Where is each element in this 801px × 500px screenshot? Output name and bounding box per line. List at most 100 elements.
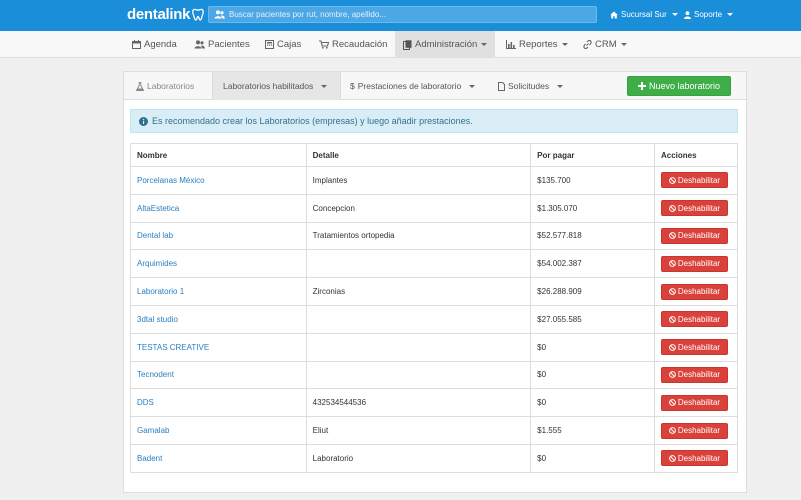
laboratory-amount-due: $26.288.909	[530, 277, 655, 306]
nav-label: Administración	[415, 39, 478, 50]
disable-label: Deshabilitar	[677, 259, 721, 269]
nav-crm[interactable]: CRM	[583, 31, 628, 58]
nav-label: Recaudación	[332, 39, 388, 50]
disable-button[interactable]: Deshabilitar	[660, 255, 728, 272]
panel-tabs: Laboratorios Laboratorios habilitados $ …	[124, 72, 746, 100]
laboratory-detail	[305, 304, 532, 334]
table-row: Laboratorio 1 Zirconias $26.288.909 Desh…	[130, 277, 739, 306]
branch-label: Sucursal Sur	[621, 10, 667, 19]
ban-icon	[668, 315, 676, 323]
ban-icon	[668, 454, 676, 462]
tab-prestaciones[interactable]: $ Prestaciones de laboratorio	[350, 72, 476, 100]
table-row: Gamalab Eliut $1.555 Deshabilitar	[130, 416, 739, 445]
actions-cell: Deshabilitar	[653, 249, 739, 279]
ban-icon	[668, 260, 676, 268]
clipboard-icon	[403, 39, 412, 50]
laboratory-name-link[interactable]: Badent	[130, 443, 307, 473]
new-laboratory-button[interactable]: Nuevo laboratorio	[627, 76, 731, 96]
table-row: Tecnodent $0 Deshabilitar	[130, 360, 739, 390]
caret-down-icon	[561, 43, 568, 46]
link-icon	[583, 40, 592, 49]
disable-button[interactable]: Deshabilitar	[660, 200, 728, 217]
actions-cell: Deshabilitar	[653, 193, 739, 223]
laboratory-name-link[interactable]: Arquimides	[130, 249, 307, 279]
plus-icon	[637, 82, 646, 90]
laboratory-amount-due: $1.555	[530, 416, 655, 445]
laboratory-amount-due: $27.055.585	[530, 304, 655, 334]
laboratory-detail: Zirconias	[305, 277, 532, 306]
disable-label: Deshabilitar	[677, 370, 721, 380]
laboratory-detail	[305, 332, 532, 362]
tab-solicitudes[interactable]: Solicitudes	[498, 72, 564, 100]
laboratory-name-link[interactable]: DDS	[130, 388, 307, 418]
actions-cell: Deshabilitar	[653, 221, 739, 251]
laboratory-amount-due: $0	[530, 388, 655, 418]
nav-cajas[interactable]: Cajas	[265, 31, 305, 58]
caret-down-icon	[727, 13, 734, 16]
laboratory-detail: Implantes	[305, 166, 532, 195]
tab-laboratorios-habilitados[interactable]: Laboratorios habilitados	[212, 72, 341, 100]
branch-dropdown[interactable]: Sucursal Sur	[610, 10, 678, 19]
nav-label: CRM	[595, 39, 617, 50]
laboratory-name-link[interactable]: Laboratorio 1	[130, 277, 307, 306]
laboratory-amount-due: $0	[530, 443, 655, 473]
disable-button[interactable]: Deshabilitar	[660, 311, 728, 328]
disable-label: Deshabilitar	[677, 398, 721, 408]
patient-search[interactable]	[208, 6, 597, 23]
laboratory-name-link[interactable]: Dental lab	[130, 221, 307, 251]
ban-icon	[668, 399, 676, 407]
disable-label: Deshabilitar	[677, 453, 721, 463]
home-icon	[610, 11, 618, 18]
laboratory-name-link[interactable]: Gamalab	[130, 416, 307, 445]
nav-reportes[interactable]: Reportes	[506, 31, 568, 58]
laboratory-amount-due: $1.305.070	[530, 193, 655, 223]
laboratory-name-link[interactable]: 3dtal studio	[130, 304, 307, 334]
disable-button[interactable]: Deshabilitar	[660, 366, 728, 383]
ban-icon	[668, 371, 676, 379]
top-header: dentalink Sucursal Sur Soporte	[0, 0, 801, 31]
laboratory-name-link[interactable]: Tecnodent	[130, 360, 307, 390]
flask-icon	[136, 81, 144, 91]
ban-icon	[668, 427, 676, 434]
nav-label: Cajas	[277, 39, 302, 50]
ban-icon	[668, 204, 676, 212]
tab-laboratorios[interactable]: Laboratorios	[136, 72, 194, 100]
disable-button[interactable]: Deshabilitar	[660, 450, 728, 467]
search-input[interactable]	[229, 10, 589, 19]
user-icon	[684, 10, 691, 19]
main-nav: Agenda Pacientes Cajas Recaudación Admin…	[0, 31, 801, 58]
ban-icon	[668, 232, 676, 240]
laboratory-amount-due: $0	[530, 360, 655, 390]
disable-button[interactable]: Deshabilitar	[660, 172, 728, 189]
users-icon	[214, 9, 225, 20]
table-row: Badent Laboratorio $0 Deshabilitar	[130, 443, 739, 473]
laboratory-name-link[interactable]: TESTAS CREATIVE	[130, 332, 307, 362]
support-dropdown[interactable]: Soporte	[684, 10, 734, 19]
column-header-acciones: Acciones	[653, 143, 739, 167]
laboratory-amount-due: $135.700	[530, 166, 655, 195]
nav-administracion[interactable]: Administración	[395, 31, 495, 58]
laboratory-name-link[interactable]: AltaEstetica	[130, 193, 307, 223]
nav-recaudacion[interactable]: Recaudación	[319, 31, 389, 58]
nav-pacientes[interactable]: Pacientes	[194, 31, 254, 58]
disable-button[interactable]: Deshabilitar	[660, 283, 728, 300]
disable-button[interactable]: Deshabilitar	[660, 339, 728, 356]
nav-agenda[interactable]: Agenda	[132, 31, 182, 58]
caret-down-icon	[557, 84, 564, 88]
laboratory-name-link[interactable]: Porcelanas México	[130, 166, 307, 195]
bar-chart-icon	[506, 40, 516, 49]
column-header-por-pagar: Por pagar	[530, 143, 655, 167]
users-icon	[194, 40, 205, 49]
disable-label: Deshabilitar	[677, 203, 721, 213]
disable-button[interactable]: Deshabilitar	[660, 227, 728, 244]
table-row: Arquimides $54.002.387 Deshabilitar	[130, 249, 739, 279]
ban-icon	[668, 343, 676, 351]
logo[interactable]: dentalink	[127, 6, 204, 23]
laboratory-detail: Tratamientos ortopedia	[305, 221, 532, 251]
table-row: DDS 432534544536 $0 Deshabilitar	[130, 388, 739, 418]
calendar-icon	[132, 40, 141, 49]
dollar-icon: $	[350, 81, 355, 91]
disable-button[interactable]: Deshabilitar	[660, 422, 728, 439]
new-laboratory-label: Nuevo laboratorio	[648, 81, 721, 91]
disable-button[interactable]: Deshabilitar	[660, 394, 728, 411]
